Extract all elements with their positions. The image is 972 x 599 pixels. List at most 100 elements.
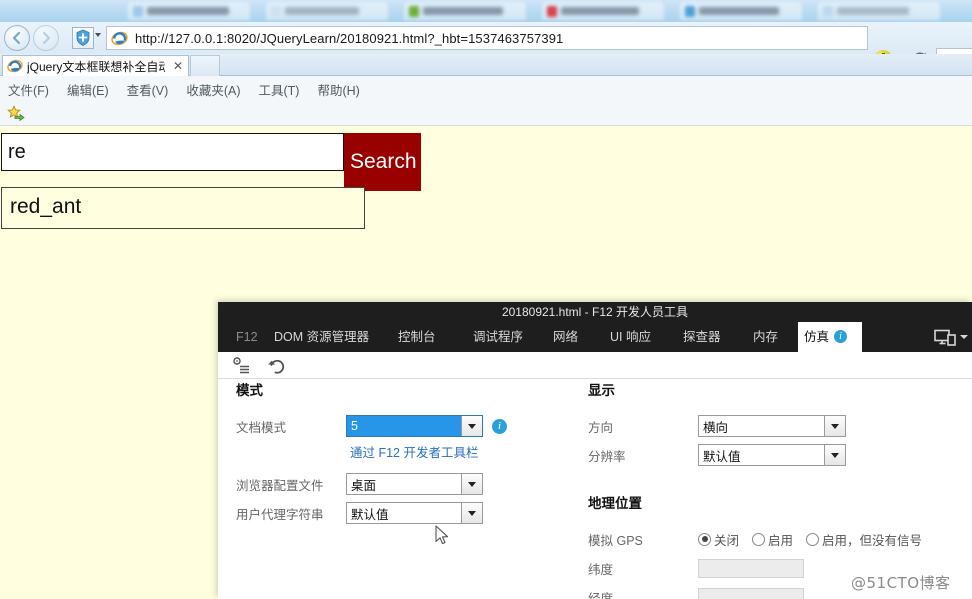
document-mode-label: 文档模式 [236, 420, 287, 435]
search-button[interactable]: Search [344, 133, 421, 191]
emulation-display-column: 显示 方向 横向 分辨率 默认值 地理位置 模拟 GPS 关闭 启用 启用，但没… [588, 379, 958, 599]
favorites-star-icon[interactable] [7, 105, 25, 123]
info-icon[interactable]: i [492, 418, 507, 434]
orientation-row: 方向 横向 [588, 413, 958, 439]
menu-item-favorites[interactable]: 收藏夹(A) [186, 80, 240, 99]
gps-option-no-signal[interactable]: 启用，但没有信号 [806, 530, 922, 549]
resolution-label: 分辨率 [588, 449, 626, 464]
user-agent-select[interactable]: 默认值 [346, 502, 483, 524]
compatibility-caret-icon[interactable] [95, 33, 101, 37]
devtools-tab-f12[interactable]: F12 [226, 322, 268, 352]
devtools-tab-debugger[interactable]: 调试程序 [463, 322, 533, 352]
latitude-input[interactable] [698, 558, 804, 578]
latitude-row: 纬度 [588, 555, 958, 581]
info-icon[interactable]: i [834, 330, 848, 344]
menu-item-edit[interactable]: 编辑(E) [67, 80, 109, 99]
browser-tab-row: jQuery文本框联想补全自动... ✕ [0, 54, 972, 76]
gps-option-off[interactable]: 关闭 [698, 530, 739, 549]
display-section-title: 显示 [588, 383, 615, 398]
resolution-row: 分辨率 默认值 [588, 442, 958, 468]
mode-section-title: 模式 [236, 383, 263, 398]
gps-option-no-signal-label: 启用，但没有信号 [822, 533, 923, 548]
new-tab-button[interactable] [190, 55, 220, 76]
background-tab-label [423, 7, 503, 15]
background-tab-icon [823, 6, 833, 17]
devtools-tab-profiler[interactable]: 探查器 [673, 322, 731, 352]
chevron-down-icon[interactable] [824, 416, 845, 436]
browser-navigation-bar: http://127.0.0.1:8020/JQueryLearn/201809… [0, 22, 972, 72]
devtools-tab-console[interactable]: 控制台 [388, 322, 446, 352]
user-agent-row: 用户代理字符串 默认值 [236, 500, 566, 526]
back-arrow-icon [12, 31, 21, 45]
back-button[interactable] [4, 25, 30, 51]
background-tab [266, 2, 388, 20]
shield-plus-icon [76, 29, 90, 46]
background-tab-icon [685, 6, 695, 17]
chevron-down-icon[interactable] [461, 474, 482, 494]
background-tab [818, 2, 940, 20]
menu-item-file[interactable]: 文件(F) [8, 80, 49, 99]
url-text: http://127.0.0.1:8020/JQueryLearn/201809… [135, 30, 564, 46]
devtools-tab-bar: F12 DOM 资源管理器 控制台 调试程序 网络 UI 响应 探查器 内存 仿… [218, 322, 972, 352]
background-tab-icon [133, 6, 143, 17]
devtools-tab-dom[interactable]: DOM 资源管理器 [264, 322, 379, 352]
background-window-tabstrip [0, 0, 972, 22]
longitude-row: 经度 [588, 584, 958, 599]
browser-profile-select[interactable]: 桌面 [346, 473, 483, 495]
menu-item-help[interactable]: 帮助(H) [317, 80, 359, 99]
chevron-down-icon[interactable] [461, 416, 482, 436]
background-tab-label [285, 7, 359, 15]
menu-item-tools[interactable]: 工具(T) [258, 80, 299, 99]
devtools-tab-emulation-label: 仿真 [804, 330, 830, 344]
internet-explorer-icon [111, 31, 128, 46]
menu-item-view[interactable]: 查看(V) [127, 80, 169, 99]
internet-explorer-icon [7, 59, 23, 73]
forward-button[interactable] [33, 25, 59, 51]
background-tab-icon [409, 6, 419, 17]
browser-tab-title: jQuery文本框联想补全自动... [27, 59, 165, 74]
resolution-select[interactable]: 默认值 [698, 444, 846, 466]
device-caret-icon[interactable] [960, 335, 968, 339]
reset-undo-icon[interactable] [266, 356, 286, 376]
background-tab [404, 2, 526, 20]
background-tab-icon [547, 6, 557, 17]
devtools-sub-toolbar [218, 352, 972, 379]
devtools-tab-network[interactable]: 网络 [543, 322, 588, 352]
browser-profile-value: 桌面 [351, 478, 377, 493]
compatibility-view-button[interactable] [72, 27, 94, 49]
menu-bar: 文件(F) 编辑(E) 查看(V) 收藏夹(A) 工具(T) 帮助(H) [0, 76, 972, 102]
devtools-tab-ui[interactable]: UI 响应 [600, 322, 661, 352]
devtools-emulation-panel: 模式 文档模式 5 i 通过 F12 开发者工具栏 浏览器配置文件 桌面 用户代… [218, 379, 972, 599]
settings-list-icon[interactable] [232, 357, 252, 375]
orientation-select[interactable]: 横向 [698, 415, 846, 437]
orientation-label: 方向 [588, 420, 614, 435]
longitude-input[interactable] [698, 587, 804, 599]
search-input[interactable] [1, 133, 344, 171]
resolution-value: 默认值 [703, 449, 741, 464]
browser-tab-active[interactable]: jQuery文本框联想补全自动... ✕ [2, 55, 189, 76]
devtools-tab-emulation[interactable]: 仿真 i [798, 322, 862, 352]
user-agent-label: 用户代理字符串 [236, 507, 324, 522]
orientation-value: 横向 [703, 420, 729, 435]
chevron-down-icon[interactable] [824, 445, 845, 465]
browser-profile-row: 浏览器配置文件 桌面 [236, 471, 566, 497]
background-tab-label [837, 7, 909, 15]
address-bar[interactable]: http://127.0.0.1:8020/JQueryLearn/201809… [106, 26, 868, 50]
longitude-label: 经度 [588, 591, 614, 599]
suggestion-item[interactable]: red_ant [2, 188, 364, 228]
device-emulation-icon[interactable] [934, 329, 958, 347]
gps-radio-group: 关闭 启用 启用，但没有信号 [698, 530, 922, 549]
background-tab [680, 2, 802, 20]
document-mode-note[interactable]: 通过 F12 开发者工具栏 [350, 442, 566, 461]
forward-arrow-icon [42, 31, 51, 45]
user-agent-value: 默认值 [351, 507, 389, 522]
devtools-tab-memory[interactable]: 内存 [743, 322, 788, 352]
simulate-gps-row: 模拟 GPS 关闭 启用 启用，但没有信号 [588, 526, 958, 552]
chevron-down-icon[interactable] [461, 503, 482, 523]
gps-option-on[interactable]: 启用 [752, 530, 793, 549]
background-tab-label [147, 7, 229, 15]
radio-icon [698, 532, 711, 546]
radio-icon [806, 532, 820, 546]
document-mode-select[interactable]: 5 [346, 415, 483, 437]
close-icon[interactable]: ✕ [173, 60, 183, 72]
